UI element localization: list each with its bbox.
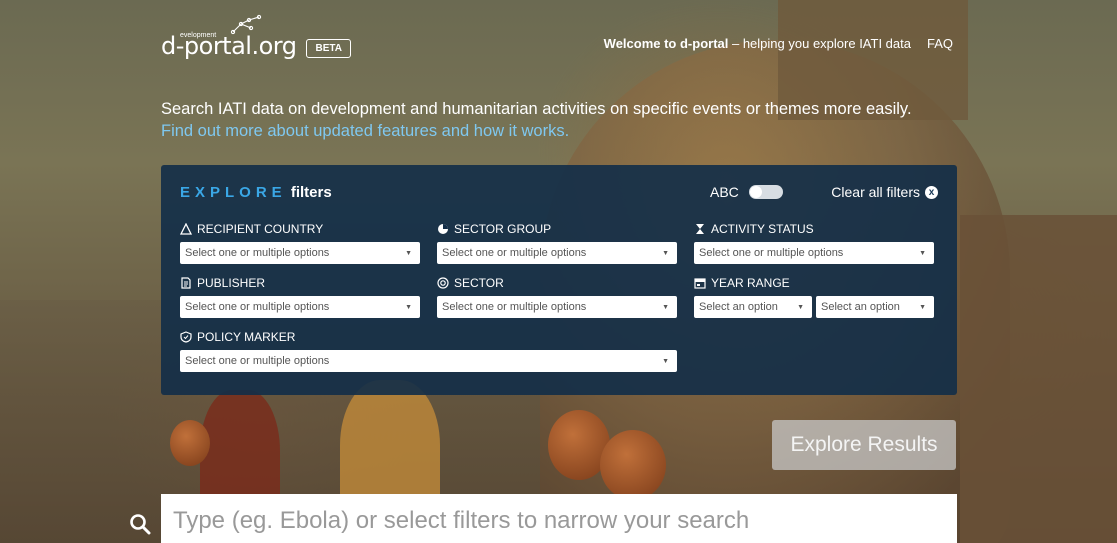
close-circle-icon: x xyxy=(925,185,938,199)
triangle-icon xyxy=(180,223,192,235)
filter-recipient-country: RECIPIENT COUNTRY Select one or multiple… xyxy=(180,221,420,264)
beta-badge: BETA xyxy=(306,39,351,58)
filter-sector-group: SECTOR GROUP Select one or multiple opti… xyxy=(437,221,677,264)
logo-dots-icon xyxy=(230,14,262,35)
intro-description: Search IATI data on development and huma… xyxy=(161,100,912,118)
search-box xyxy=(161,494,957,543)
search-input[interactable] xyxy=(161,494,957,543)
panel-title: EXPLORE filters xyxy=(180,184,332,201)
filter-sector: SECTOR Select one or multiple options ▼ xyxy=(437,275,677,318)
toggle-switch[interactable] xyxy=(748,185,783,199)
clear-label: Clear all filters xyxy=(831,184,920,200)
logo-subtext: evelopment xyxy=(180,32,217,39)
abc-toggle[interactable]: ABC xyxy=(710,184,783,200)
abc-label: ABC xyxy=(710,184,739,200)
calendar-icon xyxy=(694,278,706,289)
filter-publisher: PUBLISHER Select one or multiple options… xyxy=(180,275,420,318)
recipient-country-select[interactable]: Select one or multiple options ▼ xyxy=(180,242,420,264)
clear-all-filters-button[interactable]: Clear all filters x xyxy=(831,184,938,200)
hourglass-icon xyxy=(696,224,704,234)
site-logo[interactable]: evelopment d-portal.org BETA xyxy=(161,14,351,60)
filter-policy-marker: POLICY MARKER Select one or multiple opt… xyxy=(180,329,677,372)
filter-activity-status: ACTIVITY STATUS Select one or multiple o… xyxy=(694,221,934,264)
caret-down-icon: ▼ xyxy=(919,303,926,311)
shield-icon xyxy=(180,331,192,343)
caret-down-icon: ▼ xyxy=(919,249,926,257)
filter-year-range: YEAR RANGE Select an option ▼ Select an o… xyxy=(694,275,934,318)
caret-down-icon: ▼ xyxy=(797,303,804,311)
year-to-select[interactable]: Select an option ▼ xyxy=(816,296,934,318)
top-nav: Welcome to d-portal – helping you explor… xyxy=(604,36,953,51)
document-icon xyxy=(181,277,191,289)
caret-down-icon: ▼ xyxy=(405,249,412,257)
caret-down-icon: ▼ xyxy=(662,303,669,311)
faq-link[interactable]: FAQ xyxy=(927,36,953,51)
activity-status-select[interactable]: Select one or multiple options ▼ xyxy=(694,242,934,264)
sector-group-select[interactable]: Select one or multiple options ▼ xyxy=(437,242,677,264)
search-icon[interactable] xyxy=(129,513,151,535)
caret-down-icon: ▼ xyxy=(405,303,412,311)
intro-text: Search IATI data on development and huma… xyxy=(161,98,912,142)
explore-filters-panel: EXPLORE filters ABC Clear all filters x … xyxy=(161,165,957,395)
features-link[interactable]: Find out more about updated features and… xyxy=(161,120,912,142)
publisher-select[interactable]: Select one or multiple options ▼ xyxy=(180,296,420,318)
year-from-select[interactable]: Select an option ▼ xyxy=(694,296,812,318)
sector-select[interactable]: Select one or multiple options ▼ xyxy=(437,296,677,318)
policy-marker-select[interactable]: Select one or multiple options ▼ xyxy=(180,350,677,372)
explore-results-button[interactable]: Explore Results xyxy=(772,420,956,470)
pie-icon xyxy=(438,224,448,234)
caret-down-icon: ▼ xyxy=(662,357,669,365)
welcome-link[interactable]: Welcome to d-portal – helping you explor… xyxy=(604,36,911,51)
caret-down-icon: ▼ xyxy=(662,249,669,257)
target-icon xyxy=(437,277,449,289)
